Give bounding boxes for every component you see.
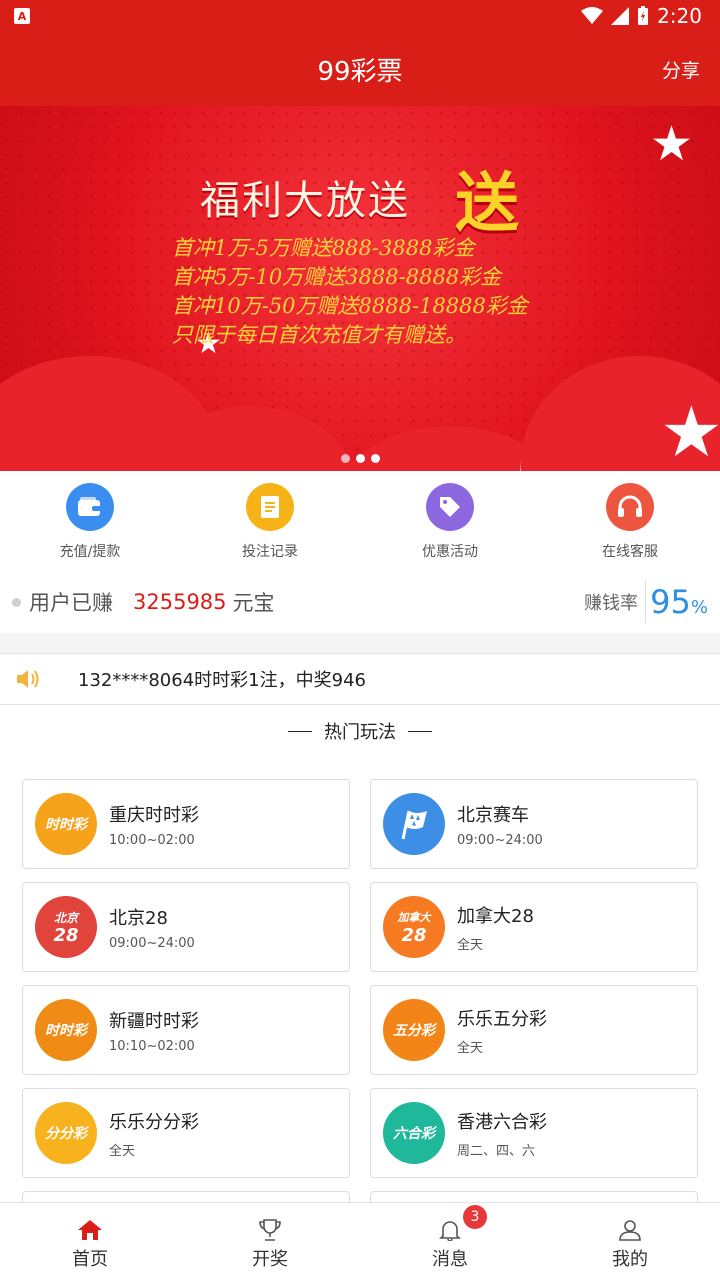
tab-label: 开奖	[252, 1249, 288, 1270]
notice-text: 132****8064时时彩1注，中奖946	[78, 670, 366, 691]
game-name: 乐乐分分彩	[109, 1111, 199, 1133]
divider	[645, 581, 646, 623]
quick-actions: 充值/提款 投注记录 优惠活动 在线客服	[0, 471, 720, 571]
ssc-lottery-icon: 时时彩	[35, 793, 97, 855]
document-icon	[246, 483, 294, 531]
beijing28-icon: 北京 28	[35, 896, 97, 958]
bullet-dot	[12, 597, 21, 607]
title-line	[288, 730, 312, 732]
game-hours: 周二、四、六	[457, 1143, 536, 1159]
tag-icon	[426, 483, 474, 531]
game-card[interactable]: 北京赛车 09:00~24:00	[370, 779, 698, 869]
profit-rate-label: 赚钱率	[584, 593, 638, 614]
mark-six-icon: 六合彩	[383, 1102, 445, 1164]
bell-icon	[439, 1221, 461, 1241]
promo-line: 首冲5万-10万赠送3888-8888彩金	[172, 265, 502, 289]
winning-notice[interactable]: 132****8064时时彩1注，中奖946	[0, 653, 720, 705]
tab-profile[interactable]: 我的	[540, 1203, 720, 1280]
minute-lottery-icon: 分分彩	[35, 1102, 97, 1164]
game-card[interactable]: 五分彩 乐乐五分彩全天	[370, 985, 698, 1075]
promo-line: 首冲1万-5万赠送888-3888彩金	[172, 236, 475, 260]
quick-action-label: 在线客服	[602, 544, 658, 560]
quick-action-label: 投注记录	[242, 544, 298, 560]
hot-games-section: 热门玩法 时时彩 重庆时时彩 10:00~02:00 北京赛车 09:00~24:0…	[0, 705, 720, 1211]
carousel-indicator[interactable]	[0, 454, 720, 463]
game-name: 香港六合彩	[457, 1111, 547, 1133]
headset-icon	[606, 483, 654, 531]
canada28-icon: 加拿大 28	[383, 896, 445, 958]
section-title-text: 热门玩法	[324, 722, 396, 743]
battery-icon	[638, 6, 649, 25]
game-hours: 全天	[109, 1143, 136, 1159]
title-line	[408, 730, 432, 732]
quick-action-label: 充值/提款	[59, 544, 121, 560]
status-time: 2:20	[657, 4, 702, 28]
wifi-icon	[581, 7, 604, 24]
game-hours: 全天	[457, 1040, 484, 1056]
promotions-button[interactable]: 优惠活动	[360, 471, 540, 571]
game-name: 乐乐五分彩	[457, 1008, 547, 1030]
tab-results[interactable]: 开奖	[180, 1203, 360, 1280]
tab-label: 我的	[612, 1249, 648, 1270]
earnings-label: 用户已赚	[29, 591, 113, 615]
game-grid: 时时彩 重庆时时彩 10:00~02:00 北京赛车 09:00~24:00 北京 2…	[22, 779, 698, 1211]
trophy-icon	[259, 1219, 281, 1241]
recharge-withdraw-button[interactable]: 充值/提款	[0, 471, 180, 571]
promo-line: 只限于每日首次充值才有赠送。	[172, 323, 466, 347]
ssc-lottery-icon: 时时彩	[35, 999, 97, 1061]
earnings-unit: 元宝	[232, 591, 275, 615]
user-icon	[619, 1220, 641, 1241]
tab-label: 首页	[72, 1249, 108, 1270]
game-card[interactable]: 时时彩 新疆时时彩 10:10~02:00	[22, 985, 350, 1075]
section-title: 热门玩法	[0, 705, 720, 757]
game-name: 北京赛车	[457, 804, 529, 826]
game-hours: 09:00~24:00	[457, 832, 543, 848]
app-header: 99彩票 分享	[0, 32, 720, 106]
game-name: 加拿大28	[457, 905, 534, 927]
banner-accent: 送	[455, 166, 519, 241]
speaker-icon	[17, 670, 39, 688]
bet-history-button[interactable]: 投注记录	[180, 471, 360, 571]
game-name: 重庆时时彩	[109, 804, 199, 826]
notification-app-icon: A	[14, 8, 30, 24]
game-card[interactable]: 六合彩 香港六合彩周二、四、六	[370, 1088, 698, 1178]
wallet-icon	[66, 483, 114, 531]
game-name: 新疆时时彩	[109, 1010, 199, 1032]
share-button[interactable]: 分享	[662, 56, 700, 83]
game-hours: 09:00~24:00	[109, 935, 195, 951]
game-hours: 10:10~02:00	[109, 1038, 195, 1054]
bottom-tab-bar: 首页 开奖 消息 3 我的	[0, 1202, 720, 1280]
star-decoration: ★	[650, 116, 694, 172]
status-bar: A 2:20	[0, 0, 720, 32]
game-card[interactable]: 时时彩 重庆时时彩 10:00~02:00	[22, 779, 350, 869]
profit-rate-value: 95%	[650, 583, 708, 621]
game-card[interactable]: 分分彩 乐乐分分彩全天	[22, 1088, 350, 1178]
home-icon	[78, 1220, 102, 1240]
game-hours: 10:00~02:00	[109, 832, 195, 848]
game-card[interactable]: 加拿大 28 加拿大28 全天	[370, 882, 698, 972]
earnings-summary: 用户已赚 3255985 元宝 赚钱率 95%	[0, 571, 720, 633]
signal-icon	[611, 7, 630, 25]
earnings-amount: 3255985	[133, 590, 227, 614]
carousel-dot[interactable]	[370, 454, 380, 463]
game-hours: 全天	[457, 937, 484, 953]
five-minute-lottery-icon: 五分彩	[383, 999, 445, 1061]
tab-messages[interactable]: 消息 3	[360, 1203, 540, 1280]
banner-promo-lines: 首冲1万-5万赠送888-3888彩金 首冲5万-10万赠送3888-8888彩…	[172, 234, 528, 350]
unread-badge: 3	[463, 1205, 487, 1229]
tab-home[interactable]: 首页	[0, 1203, 180, 1280]
racing-flag-icon	[383, 793, 445, 855]
promo-line: 首冲10万-50万赠送8888-18888彩金	[172, 294, 528, 318]
promo-banner[interactable]: ★ ★ ★ 福利大放送 送 首冲1万-5万赠送888-3888彩金 首冲5万-1…	[0, 106, 720, 471]
tab-label: 消息	[432, 1249, 468, 1270]
carousel-dot-active[interactable]	[355, 454, 365, 463]
banner-headline: 福利大放送	[200, 178, 410, 224]
game-card[interactable]: 北京 28 北京28 09:00~24:00	[22, 882, 350, 972]
quick-action-label: 优惠活动	[422, 544, 478, 560]
carousel-dot[interactable]	[340, 454, 350, 463]
customer-service-button[interactable]: 在线客服	[540, 471, 720, 571]
game-name: 北京28	[109, 907, 168, 929]
page-title: 99彩票	[317, 56, 403, 87]
